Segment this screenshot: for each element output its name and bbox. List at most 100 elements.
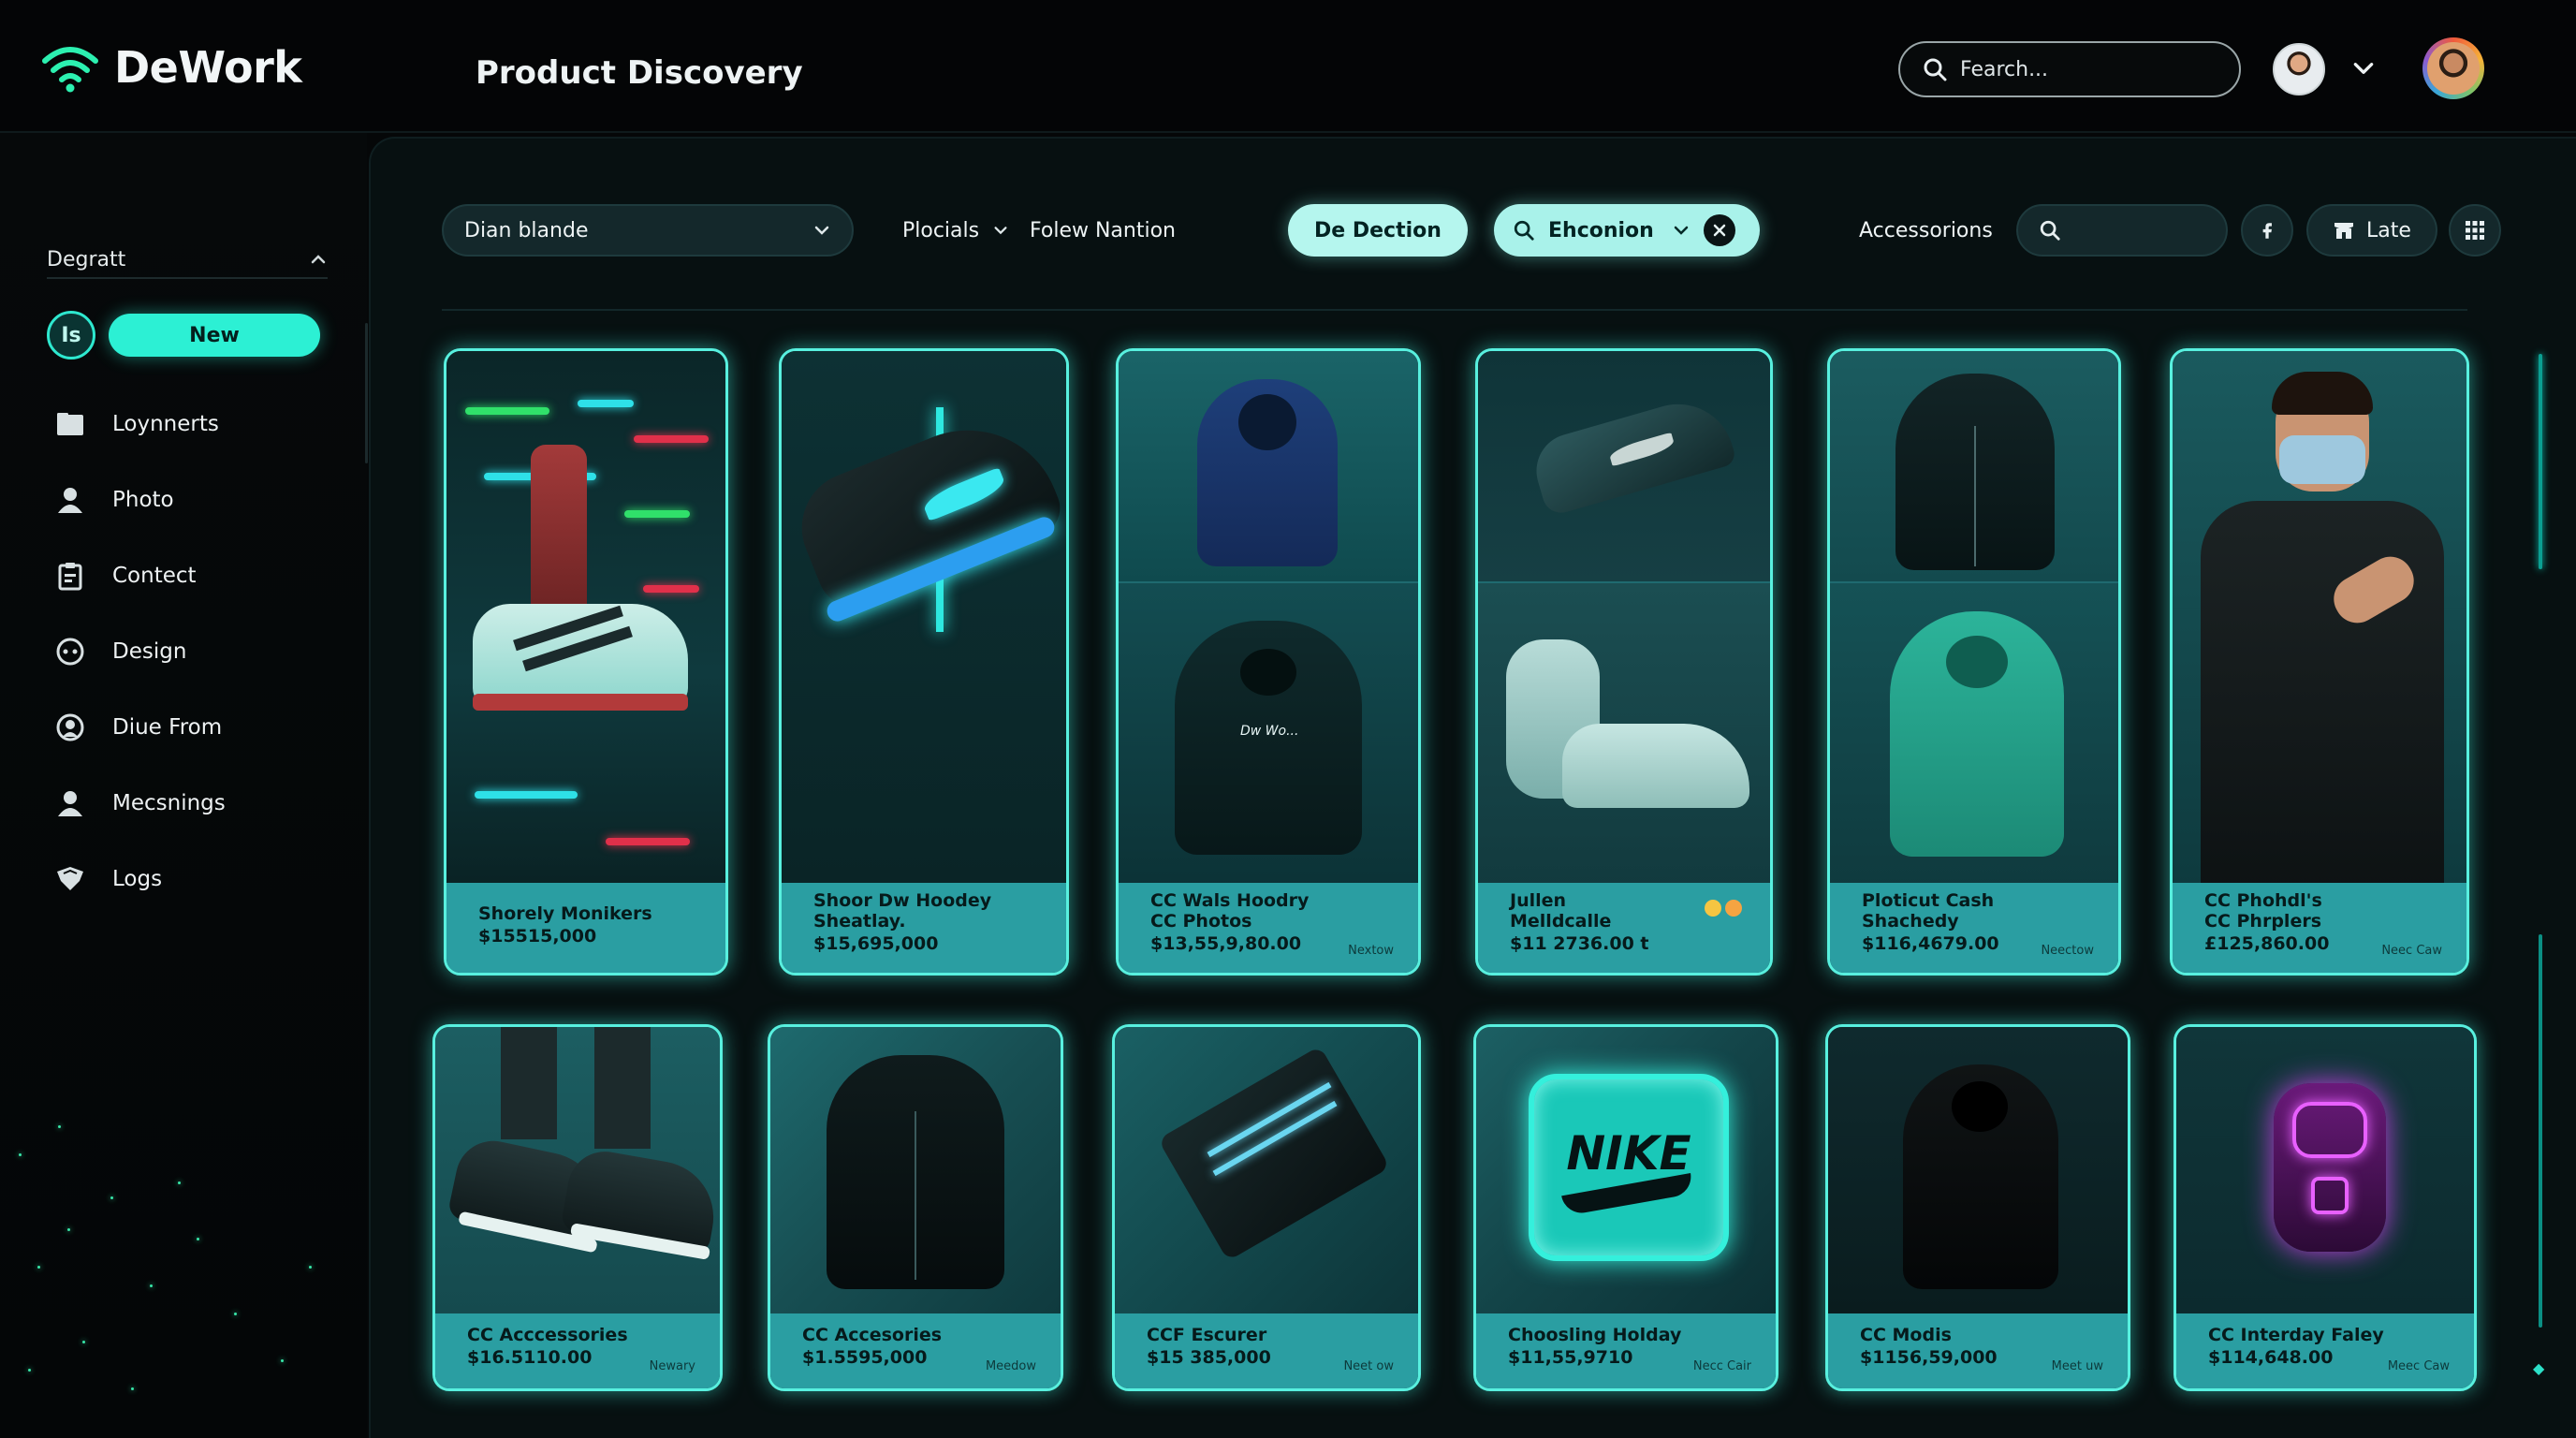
search-input[interactable]	[1960, 57, 2222, 81]
product-info: Choosling Holday $11,55,9710 Necc Cair	[1476, 1313, 1776, 1388]
product-image-masked-model	[2173, 351, 2466, 888]
sidebar-item-mecsnings[interactable]: Mecsnings	[54, 765, 354, 841]
sidebar-item-label: Contect	[112, 563, 197, 588]
sidebar-item-label: Diue From	[112, 714, 223, 740]
filter-divider	[442, 309, 2467, 311]
workspace-badge[interactable]: Is	[47, 311, 95, 360]
filter-search-chip[interactable]: Ehconion	[1494, 204, 1760, 257]
product-card[interactable]: Ploticut Cash Shachedy $116,4679.00 Neec…	[1827, 348, 2121, 976]
sidebar-item-label: Loynnerts	[112, 411, 219, 436]
close-icon[interactable]	[1704, 214, 1735, 246]
product-card[interactable]: CC Phohdl's CC Phrplers £125,860.00 Neec…	[2170, 348, 2469, 976]
sidebar-item-label: Photo	[112, 487, 174, 512]
product-tag: Meet uw	[2051, 1359, 2103, 1373]
product-info: CC Wals Hoodry CC Photos $13,55,9,80.00 …	[1119, 883, 1418, 973]
design-icon	[54, 636, 86, 668]
clipboard-icon	[54, 560, 86, 592]
sidebar-nav: Loynnerts Photo Contect Design Diue From…	[54, 386, 354, 917]
chevron-down-icon	[994, 227, 1007, 235]
filter-bar: Dian blande Plocials Folew Nantion De De…	[442, 204, 2539, 258]
dropdown-brand[interactable]: Dian blande	[442, 204, 854, 257]
product-image-black-zip-hoodie	[1830, 351, 2118, 581]
product-image-laptop	[1115, 1027, 1418, 1313]
starfield-decoration	[0, 957, 367, 1434]
sidebar-section-label: Degratt	[47, 247, 126, 271]
person-icon	[54, 787, 86, 819]
product-image-sneaker-neon	[446, 351, 725, 888]
top-search-box[interactable]	[1898, 41, 2241, 97]
product-card[interactable]: Jullen Melldcalle $11 2736.00 t	[1475, 348, 1773, 976]
product-info: CC Interday Faley $114,648.00 Meec Caw	[2176, 1313, 2474, 1388]
sidebar-scrollbar[interactable]	[365, 323, 368, 463]
filter-search-value: Ehconion	[1548, 218, 1654, 242]
product-image-sneakers-pair	[435, 1027, 720, 1313]
sidebar-item-label: Logs	[112, 866, 163, 891]
sidebar-item-photo[interactable]: Photo	[54, 462, 354, 537]
filter-link-folew[interactable]: Folew Nantion	[1015, 204, 1191, 257]
product-name: Shorely Monikers	[478, 903, 652, 924]
facebook-button[interactable]	[2241, 204, 2293, 257]
product-image-white-sneakers	[1478, 581, 1770, 888]
product-tag: Neectow	[2041, 944, 2094, 958]
profile-avatar[interactable]	[2422, 37, 2484, 99]
sidebar: Degratt Is New Loynnerts Photo Contect D…	[0, 133, 367, 1438]
sidebar-item-diue-from[interactable]: Diue From	[54, 689, 354, 765]
product-image-dark-hoodie: Dw Wo...	[1119, 581, 1418, 888]
product-card[interactable]: CC Accesories $1.5595,000 Meedow	[768, 1024, 1063, 1391]
product-card[interactable]: Dw Wo... CC Wals Hoodry CC Photos $13,55…	[1116, 348, 1421, 976]
sidebar-section-header[interactable]: Degratt	[47, 242, 328, 279]
product-info: CC Acccessories $16.5110.00 Newary	[435, 1313, 720, 1388]
user-avatar[interactable]	[2273, 43, 2325, 95]
secondary-search-box[interactable]	[2016, 204, 2228, 257]
product-tag: Neec Caw	[2381, 944, 2442, 958]
filter-link-folew-label: Folew Nantion	[1030, 218, 1176, 242]
brand-logo[interactable]: DeWork	[41, 39, 302, 95]
sidebar-item-loynnerts[interactable]: Loynnerts	[54, 386, 354, 462]
product-info: Shoor Dw Hoodey Sheatlay. $15,695,000	[782, 883, 1066, 973]
sidebar-item-logs[interactable]: Logs	[54, 841, 354, 917]
product-card[interactable]: Shoor Dw Hoodey Sheatlay. $15,695,000	[779, 348, 1069, 976]
sidebar-item-design[interactable]: Design	[54, 613, 354, 689]
main-scrollbar[interactable]: ◆	[2533, 223, 2544, 1377]
product-tag: Necc Cair	[1692, 1359, 1751, 1373]
sort-late-label: Late	[2366, 218, 2411, 242]
product-tag: Newary	[649, 1359, 695, 1373]
product-name: Shoor Dw Hoodey Sheatlay.	[813, 890, 992, 932]
grid-icon	[2466, 221, 2484, 240]
sidebar-item-contect[interactable]: Contect	[54, 537, 354, 613]
chevron-down-icon[interactable]	[1672, 221, 1690, 240]
search-icon	[2040, 220, 2060, 241]
product-card[interactable]: NIKE Choosling Holday $11,55,9710 Necc C…	[1473, 1024, 1778, 1391]
product-info: CC Phohdl's CC Phrplers £125,860.00 Neec…	[2173, 883, 2466, 973]
page-title: Product Discovery	[476, 54, 803, 92]
profile-circle-icon	[54, 712, 86, 743]
wifi-logo-icon	[42, 47, 98, 93]
product-image-black-jacket	[770, 1027, 1061, 1313]
product-card[interactable]: Shorely Monikers $15515,000	[444, 348, 728, 976]
chevron-up-icon[interactable]	[309, 250, 328, 269]
grid-view-button[interactable]	[2449, 204, 2501, 257]
new-button[interactable]: New	[109, 314, 320, 357]
dropdown-plocials[interactable]: Plocials	[887, 204, 1024, 257]
product-name: CC Accesories	[802, 1325, 943, 1345]
shield-icon	[54, 863, 86, 895]
product-card[interactable]: CC Acccessories $16.5110.00 Newary	[432, 1024, 723, 1391]
filter-link-accessorions-label: Accessorions	[1859, 218, 1993, 242]
filter-link-accessorions[interactable]: Accessorions	[1844, 204, 2008, 257]
product-name: CCF Escurer	[1147, 1325, 1267, 1345]
emoji-icons	[1705, 900, 1742, 917]
product-image-purple-backpack	[2176, 1027, 2474, 1313]
product-name: Ploticut Cash Shachedy	[1862, 890, 1995, 932]
filter-active-tab[interactable]: De Dection	[1288, 204, 1468, 257]
product-image-nike-logo: NIKE	[1476, 1027, 1776, 1313]
product-name: CC Wals Hoodry CC Photos	[1150, 890, 1310, 932]
product-card[interactable]: CC Interday Faley $114,648.00 Meec Caw	[2174, 1024, 2477, 1391]
product-card[interactable]: CC Modis $1156,59,000 Meet uw	[1825, 1024, 2130, 1391]
product-name: CC Acccessories	[467, 1325, 628, 1345]
product-card[interactable]: CCF Escurer $15 385,000 Neet ow	[1112, 1024, 1421, 1391]
sort-late-button[interactable]: Late	[2306, 204, 2437, 257]
product-image-green-hoodie	[1830, 581, 2118, 888]
brand-name: DeWork	[114, 42, 302, 93]
chevron-down-icon[interactable]	[2349, 54, 2378, 82]
product-info: Shorely Monikers $15515,000	[446, 883, 725, 973]
